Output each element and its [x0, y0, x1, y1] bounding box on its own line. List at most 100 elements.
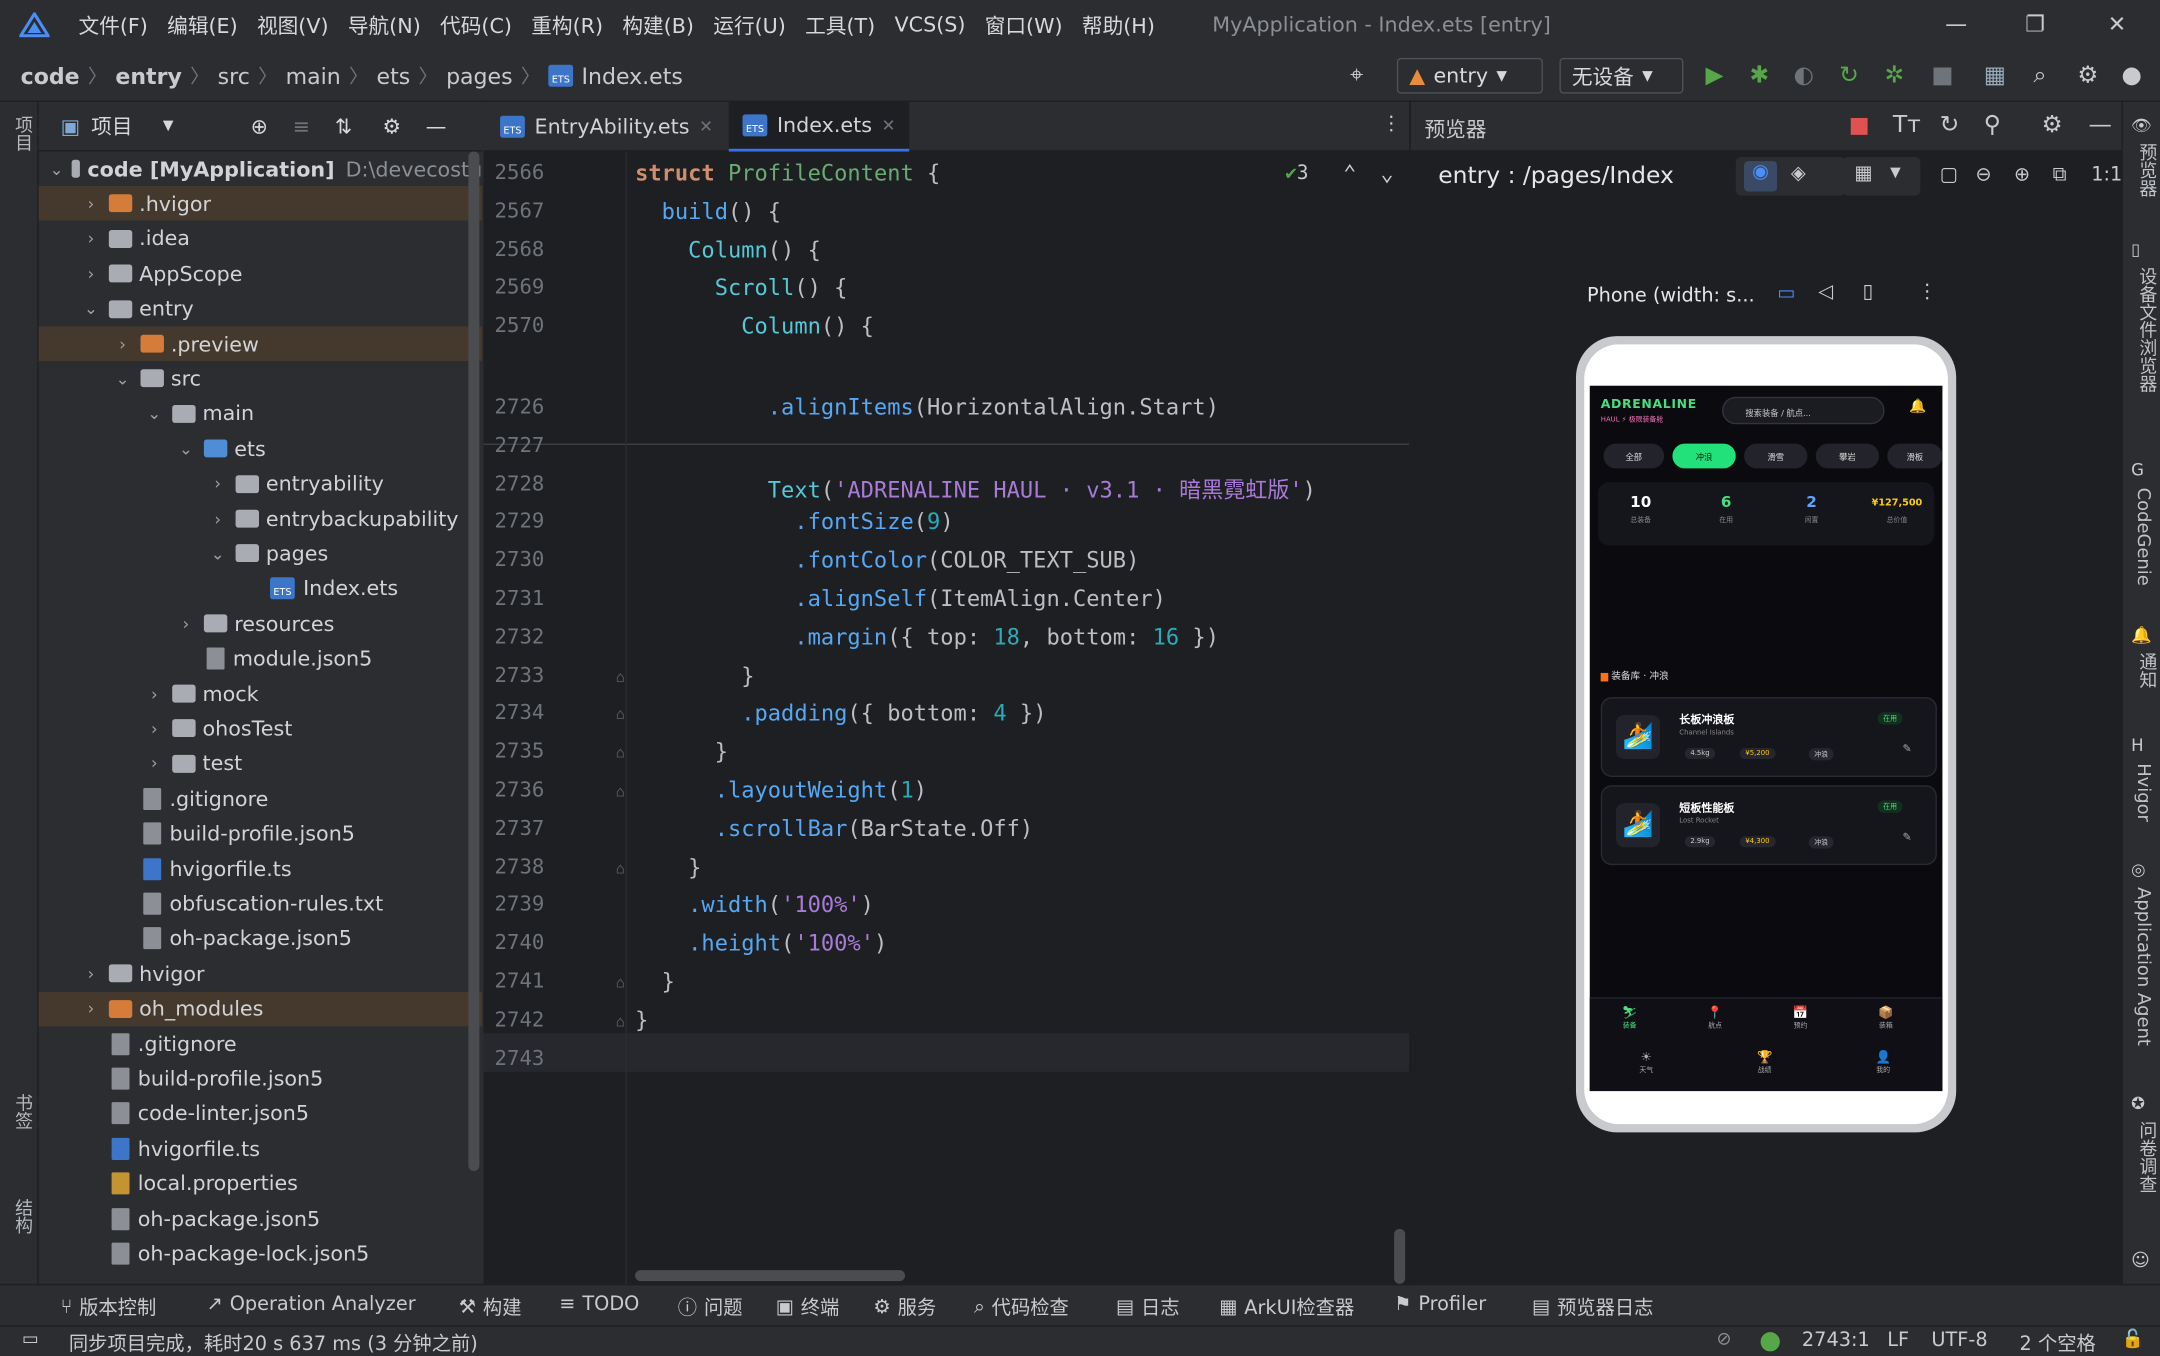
- collapse-all-icon[interactable]: ⇅: [335, 114, 352, 139]
- fold-marker-icon[interactable]: ⌂: [616, 1012, 625, 1030]
- breadcrumb-item[interactable]: src: [218, 63, 250, 89]
- tab-entryability[interactable]: ETS EntryAbility.ets ✕: [500, 102, 713, 152]
- tree-item[interactable]: ⌄ src: [39, 361, 483, 395]
- right-tool-tab[interactable]: Hvigor: [2133, 763, 2154, 822]
- app-root[interactable]: ADRENALINE HAUL ⚡ 极限装备舱 搜索装备 / 航点... 🔔 全…: [1589, 385, 1943, 1092]
- fold-marker-icon[interactable]: ⌂: [616, 668, 625, 686]
- status-indicator-icon[interactable]: [1760, 1332, 1780, 1352]
- chevron-down-icon[interactable]: ⌄: [145, 404, 164, 423]
- tree-item[interactable]: › AppScope: [39, 256, 483, 290]
- tree-item[interactable]: ⌄ main: [39, 396, 483, 430]
- fold-marker-icon[interactable]: ⌂: [616, 782, 625, 800]
- tree-item[interactable]: build-profile.json5: [39, 1061, 483, 1095]
- tree-item[interactable]: › .preview: [38, 326, 483, 361]
- close-icon[interactable]: ✕: [2108, 11, 2126, 37]
- more-icon[interactable]: ⋮: [1918, 281, 1937, 303]
- right-tool-tab[interactable]: 问卷调查: [2133, 1121, 2159, 1193]
- app-search[interactable]: 搜索装备 / 航点...: [1722, 396, 1885, 425]
- device-selector[interactable]: 无设备 ▼: [1559, 57, 1684, 94]
- breadcrumb-item[interactable]: code: [21, 63, 80, 89]
- right-tool-tab[interactable]: 设备文件浏览器: [2133, 267, 2159, 392]
- multi-device-group[interactable]: ▦ ▼: [1843, 157, 1921, 196]
- tree-item[interactable]: › mock: [39, 676, 483, 710]
- fold-marker-icon[interactable]: ⌂: [616, 974, 625, 992]
- tree-item[interactable]: local.properties: [39, 1166, 483, 1200]
- search-icon[interactable]: ⌕: [2033, 62, 2046, 90]
- chevron-right-icon[interactable]: ›: [81, 264, 100, 283]
- right-tool-icon[interactable]: 👁: [2131, 116, 2152, 135]
- zoom-in-icon[interactable]: ⊕: [2014, 164, 2030, 186]
- tree-item[interactable]: .gitignore: [39, 1026, 483, 1060]
- file-encoding[interactable]: UTF-8: [1931, 1329, 1987, 1351]
- breadcrumb-item[interactable]: main: [286, 63, 341, 89]
- close-tab-icon[interactable]: ✕: [699, 117, 713, 136]
- edit-icon[interactable]: ✎: [1902, 831, 1911, 843]
- bottom-tool-button[interactable]: ⚒ 构建: [459, 1294, 522, 1322]
- back-icon[interactable]: ◁: [1818, 281, 1833, 303]
- chevron-up-icon[interactable]: ⌃: [1343, 160, 1356, 186]
- category-chip[interactable]: 全部: [1603, 443, 1665, 469]
- tree-item[interactable]: ⌄ code [MyApplication] D:\devecostu: [39, 152, 483, 186]
- edit-icon[interactable]: ✎: [1902, 743, 1911, 755]
- right-tool-tab[interactable]: 通知: [2133, 653, 2159, 689]
- tree-item[interactable]: obfuscation-rules.txt: [39, 886, 483, 920]
- target-icon[interactable]: ⌖: [1350, 62, 1363, 90]
- bottom-tool-button[interactable]: ↗ Operation Analyzer: [207, 1294, 416, 1316]
- right-tool-icon[interactable]: ▯: [2131, 240, 2140, 259]
- chevron-right-icon[interactable]: ›: [145, 719, 164, 738]
- reload-icon[interactable]: ↻: [1839, 62, 1859, 90]
- chevron-down-icon[interactable]: ⌄: [113, 369, 132, 388]
- bottom-tool-button[interactable]: ▤ 日志: [1116, 1294, 1180, 1322]
- font-size-icon[interactable]: Tт: [1893, 112, 1921, 140]
- chevron-down-icon[interactable]: ▼: [163, 118, 174, 133]
- no-inspection-icon[interactable]: ⊘: [1716, 1329, 1731, 1350]
- bottom-tool-button[interactable]: ⑂ 版本控制: [61, 1294, 157, 1322]
- tree-item[interactable]: oh-package.json5: [39, 921, 483, 955]
- menu-item[interactable]: 窗口(W): [985, 10, 1063, 39]
- chevron-right-icon[interactable]: ›: [176, 614, 195, 633]
- bell-icon[interactable]: 🔔: [1909, 400, 1926, 415]
- bottom-tool-button[interactable]: ⓘ 问题: [678, 1294, 743, 1322]
- actual-size-icon[interactable]: 1:1: [2091, 164, 2122, 186]
- tab-index[interactable]: ETS Index.ets ✕: [728, 101, 910, 152]
- gear-icon[interactable]: ⚙: [2042, 112, 2063, 140]
- help-icon[interactable]: ☺: [2131, 1251, 2150, 1272]
- close-tab-icon[interactable]: ✕: [882, 116, 896, 135]
- debug-icon[interactable]: ✱: [1750, 62, 1770, 90]
- app-nav-item[interactable]: 🏆 战绩: [1744, 1051, 1785, 1074]
- project-title[interactable]: 项目: [91, 112, 132, 141]
- tree-item[interactable]: .gitignore: [39, 781, 483, 815]
- account-icon[interactable]: ●: [2122, 62, 2142, 90]
- app-nav-item[interactable]: 👤 我的: [1863, 1051, 1904, 1074]
- minimize-icon[interactable]: —: [1945, 11, 1967, 37]
- right-tool-icon[interactable]: G: [2131, 460, 2144, 479]
- attach-icon[interactable]: ◐: [1794, 62, 1814, 90]
- right-tool-icon[interactable]: ✪: [2131, 1094, 2145, 1113]
- fit-icon[interactable]: ▢: [1940, 164, 1958, 186]
- locate-icon[interactable]: ⊕: [251, 114, 268, 139]
- app-nav-item[interactable]: 📍 航点: [1694, 1007, 1735, 1030]
- menu-item[interactable]: 代码(C): [440, 10, 512, 39]
- category-chip[interactable]: 滑雪: [1744, 443, 1808, 469]
- chevron-down-icon[interactable]: ⌄: [50, 159, 64, 178]
- menu-item[interactable]: 导航(N): [348, 10, 421, 39]
- tree-item[interactable]: ⌄ ets: [39, 431, 483, 465]
- menu-item[interactable]: 重构(R): [531, 10, 603, 39]
- project-tab[interactable]: 项目: [8, 116, 34, 152]
- menu-item[interactable]: 构建(B): [622, 10, 694, 39]
- refresh-icon[interactable]: ↻: [1940, 112, 1960, 140]
- chevron-right-icon[interactable]: ›: [81, 229, 100, 248]
- right-tool-tab[interactable]: 预览器: [2133, 143, 2159, 197]
- tree-item[interactable]: › .hvigor: [38, 186, 483, 221]
- app-nav-item[interactable]: 📦 装箱: [1865, 1007, 1906, 1030]
- more-icon[interactable]: ⋮: [1382, 113, 1401, 135]
- expand-all-icon[interactable]: ≡: [293, 114, 310, 139]
- tree-item[interactable]: hvigorfile.ts: [39, 1131, 483, 1165]
- stop-icon[interactable]: ■: [1931, 62, 1953, 90]
- line-separator[interactable]: LF: [1887, 1329, 1909, 1351]
- bottom-tool-button[interactable]: ⚙ 服务: [873, 1294, 936, 1322]
- pin-icon[interactable]: ⚲: [1984, 112, 2001, 140]
- chevron-right-icon[interactable]: ›: [208, 509, 227, 528]
- indent-setting[interactable]: 2 个空格: [2020, 1329, 2096, 1356]
- chevron-right-icon[interactable]: ›: [208, 474, 227, 493]
